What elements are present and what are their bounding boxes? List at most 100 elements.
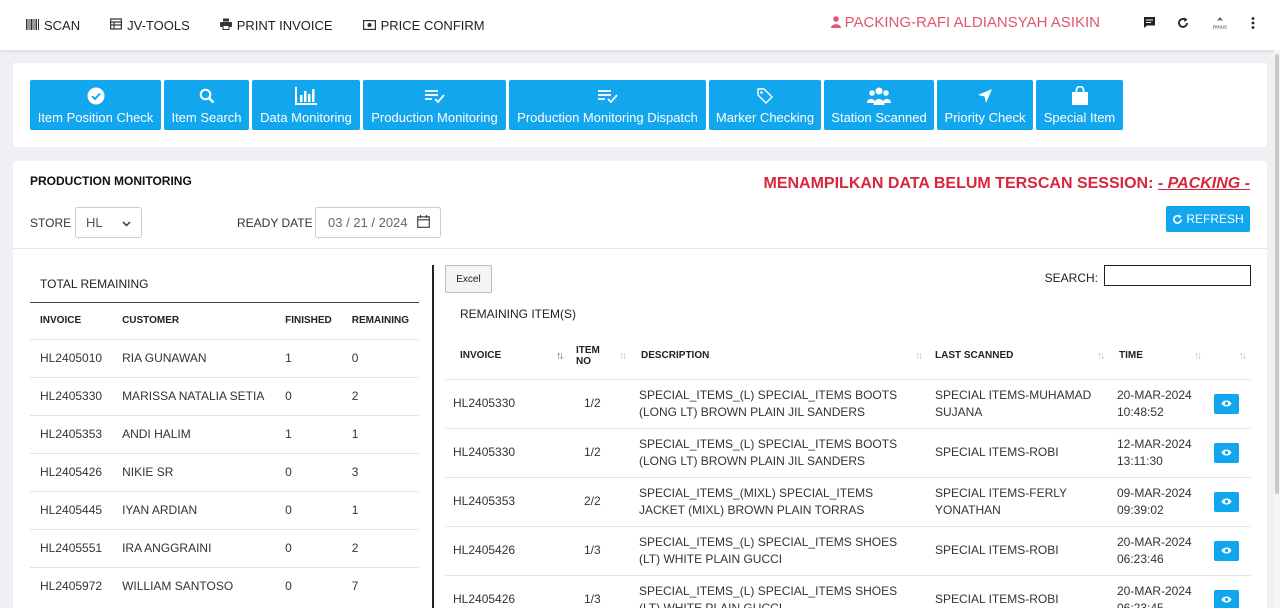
production-monitoring-dispatch-button[interactable]: Production Monitoring Dispatch [509,80,706,130]
col-time[interactable]: TIME ↑↓ [1109,333,1206,380]
table-row[interactable]: HL2405330 MARISSA NATALIA SETIA 0 2 [30,376,419,415]
shopping-bag-icon [1071,85,1089,106]
view-button[interactable] [1214,540,1239,561]
store-select[interactable]: HL [75,207,142,238]
ready-date-value: 03 / 21 / 2024 [328,215,408,230]
table-header-row: INVOICE ↑↓ ITEM NO ↑↓ DESCRIPTION ↑↓ LAST S… [445,333,1251,380]
ledger-icon [110,18,123,33]
more-vert-icon[interactable] [1246,16,1260,30]
view-button[interactable] [1214,442,1239,463]
excel-export-button[interactable]: Excel [445,265,492,293]
view-button[interactable] [1214,589,1239,608]
col-description-label: DESCRIPTION [641,350,710,362]
view-button[interactable] [1214,491,1239,512]
eye-icon [1221,400,1232,407]
table-row[interactable]: HL2405551 IRA ANGGRAINI 0 2 [30,528,419,567]
cell-last-scanned: SPECIAL ITEMS-ROBI [927,526,1109,576]
col-invoice[interactable]: INVOICE ↑↓ [445,333,568,380]
nav-print-invoice-label: PRINT INVOICE [236,18,333,33]
col-last-scanned[interactable]: LAST SCANNED ↑↓ [927,333,1109,380]
col-action[interactable]: ↑↓ [1206,333,1251,380]
table-row[interactable]: HL2405426 1/3 SPECIAL_ITEMS_(L) SPECIAL_… [445,575,1251,608]
table-row[interactable]: HL2405426 1/3 SPECIAL_ITEMS_(L) SPECIAL_… [445,526,1251,576]
table-row[interactable]: HL2405972 WILLIAM SANTOSO 0 7 [30,566,419,605]
sort-icon: ↑↓ [1239,350,1247,362]
svg-text:RINUS: RINUS [1213,24,1227,29]
priority-check-label: Priority Check [944,109,1026,125]
menu-button-row: Item Position Check Item Search Data Mon… [30,80,1126,130]
nav-jv-tools[interactable]: JV-TOOLS [110,18,190,33]
table-row[interactable]: HL2405445 IYAN ARDIAN 0 1 [30,490,419,529]
table-row[interactable]: HL2405330 1/2 SPECIAL_ITEMS_(L) SPECIAL_… [445,379,1251,429]
list-check-icon [597,86,618,106]
company-logo: RINUS [1210,16,1230,30]
eye-icon [1221,498,1232,505]
cell-invoice: HL2405353 [445,477,568,527]
cell-invoice: HL2405551 [30,528,113,567]
table-row[interactable]: HL2405010 RIA GUNAWAN 1 0 [30,338,419,377]
cell-remaining: 2 [341,376,419,415]
nav-scan[interactable]: SCAN [26,18,80,33]
production-monitoring-label: Production Monitoring [371,109,498,125]
production-monitoring-dispatch-label: Production Monitoring Dispatch [517,109,698,125]
cell-item-no: 1/2 [568,428,631,478]
item-search-button[interactable]: Item Search [164,80,249,130]
col-customer[interactable]: CUSTOMER [112,303,275,339]
cell-description: SPECIAL_ITEMS_(L) SPECIAL_ITEMS SHOES (L… [631,575,927,608]
item-position-check-label: Item Position Check [37,109,154,125]
cell-finished: 1 [275,414,342,453]
table-row[interactable]: HL2405353 2/2 SPECIAL_ITEMS_(MIXL) SPECI… [445,477,1251,527]
page-scrollbar-thumb[interactable] [1275,54,1279,494]
view-button[interactable] [1214,393,1239,414]
col-finished[interactable]: FINISHED [275,303,342,339]
search-label: SEARCH: [1044,271,1098,285]
col-description[interactable]: DESCRIPTION ↑↓ [631,333,927,380]
col-invoice[interactable]: INVOICE [30,303,112,339]
cell-description: SPECIAL_ITEMS_(L) SPECIAL_ITEMS BOOTS (L… [631,428,927,478]
cell-remaining: 1 [341,490,419,529]
priority-check-button[interactable]: Priority Check [937,80,1033,130]
production-monitoring-button[interactable]: Production Monitoring [363,80,506,130]
panel-separator [432,265,434,608]
cell-remaining: 7 [341,566,419,605]
calendar-icon[interactable] [417,214,430,231]
table-row[interactable]: HL2405330 1/2 SPECIAL_ITEMS_(L) SPECIAL_… [445,428,1251,478]
search-icon [199,86,215,106]
location-arrow-icon [977,86,993,106]
special-item-button[interactable]: Special Item [1036,80,1123,130]
cell-invoice: HL2405353 [30,414,113,453]
nav-price-confirm[interactable]: PRICE CONFIRM [362,18,485,33]
refresh-button[interactable]: REFRESH [1166,206,1250,232]
eye-icon [1221,449,1232,456]
col-remaining[interactable]: REMAINING [342,303,419,339]
cell-invoice: HL2405426 [30,452,113,491]
eye-icon [1221,596,1232,603]
table-row[interactable]: HL2405426 NIKIE SR 0 3 [30,452,419,491]
cell-action [1206,428,1251,478]
store-label: STORE [30,216,72,230]
item-position-check-button[interactable]: Item Position Check [30,80,161,130]
refresh-label: REFRESH [1186,212,1244,226]
cell-invoice: HL2405330 [445,379,568,429]
cell-customer: NIKIE SR [112,452,276,491]
marker-checking-button[interactable]: Marker Checking [709,80,821,130]
ready-date-input[interactable]: 03 / 21 / 2024 [315,207,441,238]
data-monitoring-button[interactable]: Data Monitoring [252,80,360,130]
message-icon[interactable] [1142,16,1156,30]
col-item-no[interactable]: ITEM NO ↑↓ [568,333,631,380]
station-scanned-button[interactable]: Station Scanned [824,80,934,130]
user-name-label: PACKING-RAFI ALDIANSYAH ASIKIN [844,14,1100,31]
cell-time: 20-MAR-2024 06:23:46 [1109,526,1206,576]
reload-icon[interactable] [1176,16,1190,30]
user-menu[interactable]: PACKING-RAFI ALDIANSYAH ASIKIN [830,14,1100,31]
cell-remaining: 1 [341,414,419,453]
nav-print-invoice[interactable]: PRINT INVOICE [219,18,333,33]
banner-session: - PACKING - [1157,175,1250,192]
chevron-down-icon [122,215,131,230]
col-invoice-label: INVOICE [460,350,502,362]
cell-item-no: 1/3 [568,526,631,576]
cell-remaining: 2 [341,528,419,567]
search-input[interactable] [1104,265,1251,286]
table-row[interactable]: HL2405353 ANDI HALIM 1 1 [30,414,419,453]
col-time-label: TIME [1119,350,1143,362]
